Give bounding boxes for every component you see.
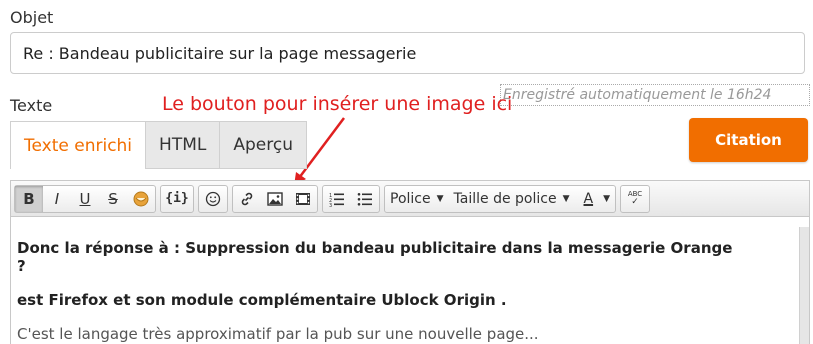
format-group: B I U S: [14, 184, 156, 213]
font-size-label: Taille de police: [453, 190, 557, 207]
code-button[interactable]: {i}: [161, 186, 193, 212]
underline-icon: U: [79, 189, 91, 208]
chevron-down-icon: ▼: [436, 193, 444, 204]
emoji-group: [198, 184, 228, 213]
tab-rich-text[interactable]: Texte enrichi: [10, 121, 147, 169]
font-family-dropdown[interactable]: Police ▼: [385, 186, 449, 212]
check-icon: ✓: [631, 197, 639, 207]
subject-value: Re : Bandeau publicitaire sur la page me…: [23, 43, 417, 63]
insert-video-button[interactable]: [289, 186, 317, 212]
list-group: 1 2 3: [322, 184, 380, 213]
editor-content[interactable]: Donc la réponse à : Suppression du bande…: [17, 239, 787, 344]
spellcheck-group: ABC ✓: [620, 184, 650, 213]
chevron-down-icon: ▼: [603, 193, 610, 204]
subject-label: Objet: [10, 8, 54, 27]
strikethrough-icon: S: [108, 189, 118, 208]
spoiler-icon: [133, 191, 149, 206]
image-icon: [267, 191, 283, 206]
annotation-text: Le bouton pour insérer une image ici: [162, 93, 513, 115]
code-icon: {i}: [165, 191, 189, 206]
bullet-list-icon: [357, 192, 372, 206]
code-group: {i}: [160, 184, 194, 213]
italic-button[interactable]: I: [43, 186, 71, 212]
bold-icon: B: [23, 189, 35, 208]
video-icon: [296, 192, 310, 205]
insert-image-button[interactable]: [261, 186, 289, 212]
numbered-list-icon: 1 2 3: [329, 193, 344, 207]
bullet-list-button[interactable]: [351, 186, 379, 212]
body-label: Texte: [10, 96, 53, 115]
link-button[interactable]: [233, 186, 261, 212]
font-family-label: Police: [390, 190, 431, 207]
emoji-button[interactable]: [199, 186, 227, 212]
content-line-2: est Firefox et son module complémentaire…: [17, 291, 507, 309]
smiley-icon: [205, 191, 221, 206]
insert-group: [232, 184, 318, 213]
rich-text-editor: B I U S {i} 1 2 3 Police ▼ Taille de pol…: [10, 180, 810, 344]
citation-button[interactable]: Citation: [689, 118, 808, 162]
content-line-1: Donc la réponse à : Suppression du bande…: [17, 239, 733, 257]
font-group: Police ▼ Taille de police ▼ A ▼: [384, 184, 616, 213]
content-line-1b: ?: [17, 257, 26, 275]
spellcheck-button[interactable]: ABC ✓: [621, 186, 649, 212]
bold-button[interactable]: B: [15, 185, 43, 212]
editor-scrollbar[interactable]: [799, 227, 809, 344]
editor-tabs: Texte enrichi HTML Aperçu: [10, 121, 307, 169]
svg-text:3: 3: [329, 203, 332, 207]
link-icon: [241, 192, 253, 205]
tab-html[interactable]: HTML: [146, 121, 221, 169]
editor-toolbar: B I U S {i} 1 2 3 Police ▼ Taille de pol…: [11, 181, 809, 217]
tab-preview[interactable]: Aperçu: [220, 121, 307, 169]
font-color-dropdown[interactable]: A ▼: [575, 186, 616, 212]
chevron-down-icon: ▼: [562, 193, 570, 204]
autosave-status: Enregistré automatiquement le 16h24: [500, 84, 810, 106]
content-line-3: C'est le langage très approximatif par l…: [17, 325, 539, 343]
spoiler-button[interactable]: [127, 186, 155, 212]
underline-button[interactable]: U: [71, 186, 99, 212]
strikethrough-button[interactable]: S: [99, 186, 127, 212]
italic-icon: I: [54, 189, 60, 208]
font-size-dropdown[interactable]: Taille de police ▼: [449, 186, 575, 212]
subject-input[interactable]: Re : Bandeau publicitaire sur la page me…: [10, 32, 805, 74]
numbered-list-button[interactable]: 1 2 3: [323, 186, 351, 212]
font-color-icon: A: [583, 190, 594, 207]
